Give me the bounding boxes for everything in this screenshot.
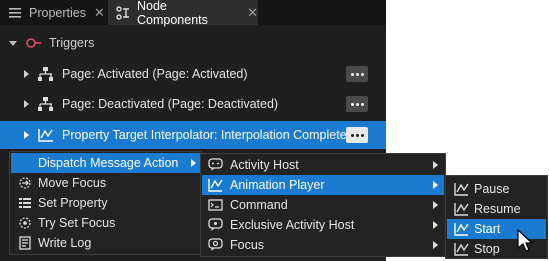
menu-item-label: Focus — [230, 238, 265, 252]
menu-item-dispatch-message-action[interactable]: Dispatch Message Action — [11, 153, 200, 173]
trigger-label: Property Target Interpolator: Interpolat… — [62, 128, 354, 142]
mouse-cursor-icon — [517, 229, 533, 252]
submenu-arrow-icon — [433, 201, 438, 209]
more-options-button[interactable] — [346, 66, 368, 82]
more-options-button[interactable] — [346, 96, 368, 112]
node-components-icon — [116, 5, 130, 20]
submenu-arrow-icon — [433, 181, 438, 189]
context-menu-dispatch-message: Activity Host Animation Player Command E… — [200, 153, 446, 257]
animation-icon — [453, 181, 469, 197]
animation-icon — [453, 241, 469, 257]
menu-item-label: Write Log — [38, 236, 92, 250]
collapse-icon[interactable] — [9, 40, 17, 46]
tab-properties-label: Properties — [29, 5, 86, 20]
menu-item-pause[interactable]: Pause — [447, 179, 546, 199]
set-property-icon — [17, 195, 33, 211]
menu-item-exclusive-activity-host[interactable]: Exclusive Activity Host — [202, 215, 444, 235]
menu-item-resume[interactable]: Resume — [447, 199, 546, 219]
triggers-label: Triggers — [49, 36, 95, 50]
expand-icon[interactable] — [24, 100, 29, 108]
tab-bar: Properties ✕ Node Components ✕ — [0, 0, 386, 27]
animation-icon — [453, 221, 469, 237]
menu-item-label: Try Set Focus — [38, 216, 116, 230]
menu-item-command[interactable]: Command — [202, 195, 444, 215]
trigger-label: Page: Deactivated (Page: Deactivated) — [62, 97, 279, 111]
focus-icon — [207, 237, 223, 253]
trigger-label: Page: Activated (Page: Activated) — [62, 67, 248, 81]
try-set-focus-icon — [17, 215, 33, 231]
submenu-arrow-icon — [433, 161, 438, 169]
menu-item-write-log[interactable]: Write Log — [11, 233, 200, 253]
menu-item-label: Command — [230, 198, 288, 212]
triggers-icon — [26, 35, 42, 51]
properties-icon — [8, 6, 22, 20]
triggers-section-header[interactable]: Triggers — [0, 30, 386, 56]
submenu-arrow-icon — [433, 241, 438, 249]
menu-item-label: Move Focus — [38, 176, 107, 190]
activity-host-icon — [207, 157, 223, 173]
menu-item-move-focus[interactable]: Move Focus — [11, 173, 200, 193]
context-menu-actions: Dispatch Message Action Move Focus Set P… — [9, 151, 202, 255]
trigger-hierarchy-icon — [38, 66, 54, 82]
command-icon — [207, 197, 223, 213]
menu-item-animation-player[interactable]: Animation Player — [202, 175, 444, 195]
menu-item-activity-host[interactable]: Activity Host — [202, 155, 444, 175]
close-icon[interactable]: ✕ — [94, 5, 105, 21]
tab-node-components-label: Node Components — [137, 0, 208, 27]
menu-item-label: Exclusive Activity Host — [230, 218, 355, 232]
interpolator-icon — [38, 127, 54, 143]
menu-item-label: Pause — [474, 182, 510, 196]
menu-item-label: Stop — [474, 242, 500, 256]
animation-icon — [453, 201, 469, 217]
menu-item-try-set-focus[interactable]: Try Set Focus — [11, 213, 200, 233]
exclusive-activity-host-icon — [207, 217, 223, 233]
menu-item-set-property[interactable]: Set Property — [11, 193, 200, 213]
move-focus-icon — [17, 175, 33, 191]
menu-item-label: Resume — [474, 202, 521, 216]
trigger-row[interactable]: Page: Deactivated (Page: Deactivated) — [0, 90, 386, 118]
menu-item-label: Set Property — [38, 196, 108, 210]
close-icon[interactable]: ✕ — [247, 5, 258, 21]
menu-item-focus[interactable]: Focus — [202, 235, 444, 255]
menu-item-label: Animation Player — [230, 178, 325, 192]
tab-node-components[interactable]: Node Components ✕ — [108, 0, 258, 27]
trigger-row[interactable]: Page: Activated (Page: Activated) — [0, 60, 386, 88]
expand-icon[interactable] — [24, 70, 29, 78]
menu-item-label: Start — [474, 222, 501, 236]
submenu-arrow-icon — [191, 159, 196, 167]
menu-item-label: Activity Host — [230, 158, 299, 172]
submenu-arrow-icon — [433, 221, 438, 229]
tab-properties[interactable]: Properties ✕ — [0, 0, 106, 25]
more-options-button[interactable] — [346, 127, 368, 143]
menu-item-label: Dispatch Message Action — [38, 156, 179, 170]
trigger-row-selected[interactable]: Property Target Interpolator: Interpolat… — [0, 121, 386, 149]
expand-icon[interactable] — [24, 131, 29, 139]
animation-player-icon — [207, 177, 223, 193]
trigger-hierarchy-icon — [38, 96, 54, 112]
write-log-icon — [17, 235, 33, 251]
